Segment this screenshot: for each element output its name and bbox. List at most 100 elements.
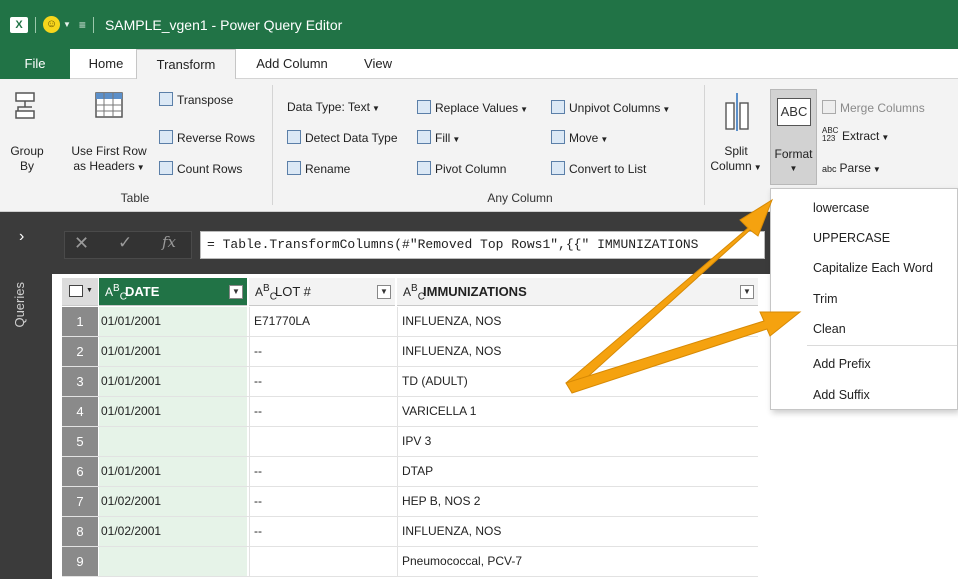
- cell-immunization[interactable]: INFLUENZA, NOS: [397, 307, 758, 336]
- rename-button[interactable]: Rename: [287, 161, 350, 176]
- fill-button[interactable]: Fill ▼: [417, 130, 460, 145]
- table-row[interactable]: 4 01/01/2001 -- VARICELLA 1: [62, 397, 758, 427]
- ribbon-tab-bar: File Home Transform Add Column View: [0, 49, 958, 80]
- cell-date[interactable]: 01/01/2001: [99, 457, 247, 486]
- cell-date[interactable]: 01/01/2001: [99, 397, 247, 426]
- count-rows-button[interactable]: Count Rows: [159, 161, 242, 176]
- table-row[interactable]: 2 01/01/2001 -- INFLUENZA, NOS: [62, 337, 758, 367]
- table-icon: [69, 285, 83, 297]
- cell-lot[interactable]: --: [249, 457, 395, 486]
- table-row[interactable]: 8 01/02/2001 -- INFLUENZA, NOS: [62, 517, 758, 547]
- row-index: 4: [62, 397, 98, 426]
- queries-label[interactable]: Queries: [12, 282, 27, 328]
- column-header-lot[interactable]: ABC LOT # ▼: [249, 278, 395, 306]
- group-by-button[interactable]: Group By: [4, 85, 50, 185]
- cell-lot[interactable]: E71770LA: [249, 307, 395, 336]
- rename-label: Rename: [305, 162, 351, 176]
- menu-item-trim[interactable]: Trim: [813, 292, 838, 306]
- cell-lot[interactable]: --: [249, 517, 395, 546]
- unpivot-columns-icon: [551, 100, 565, 114]
- cell-lot[interactable]: [249, 427, 395, 456]
- cell-date[interactable]: [99, 427, 247, 456]
- cell-date[interactable]: 01/02/2001: [99, 517, 247, 546]
- row-index: 7: [62, 487, 98, 516]
- use-first-row-button[interactable]: Use First Row as Headers ▼: [62, 85, 156, 185]
- extract-button[interactable]: ABC 123 Extract ▼: [822, 127, 889, 144]
- cell-immunization[interactable]: INFLUENZA, NOS: [397, 337, 758, 366]
- reverse-rows-button[interactable]: Reverse Rows: [159, 130, 255, 145]
- smiley-caret-icon[interactable]: ▼: [63, 20, 71, 29]
- tab-add-column[interactable]: Add Column: [245, 49, 339, 79]
- column-header-date[interactable]: ABC DATE ▼: [99, 278, 247, 306]
- move-button[interactable]: Move ▼: [551, 130, 608, 145]
- merge-columns-button[interactable]: Merge Columns: [822, 100, 925, 115]
- replace-values-label: Replace Values: [435, 101, 519, 115]
- cell-date[interactable]: 01/01/2001: [99, 307, 247, 336]
- table-row[interactable]: 9 Pneumococcal, PCV-7: [62, 547, 758, 577]
- data-type-dropdown[interactable]: Data Type: Text ▼: [287, 100, 380, 114]
- pivot-column-label: Pivot Column: [435, 162, 507, 176]
- menu-item-add-suffix[interactable]: Add Suffix: [813, 388, 870, 402]
- formula-input[interactable]: = Table.TransformColumns(#"Removed Top R…: [200, 231, 765, 259]
- feedback-smiley-icon[interactable]: ☺: [43, 16, 60, 33]
- filter-dropdown-icon[interactable]: ▼: [377, 285, 391, 299]
- table-row[interactable]: 1 01/01/2001 E71770LA INFLUENZA, NOS: [62, 307, 758, 337]
- pivot-column-button[interactable]: Pivot Column: [417, 161, 506, 176]
- tab-file[interactable]: File: [0, 49, 70, 79]
- expand-chevron-icon[interactable]: ›: [19, 228, 24, 246]
- table-row[interactable]: 7 01/02/2001 -- HEP B, NOS 2: [62, 487, 758, 517]
- column-header-immunizations[interactable]: ABC IMMUNIZATIONS ▼: [397, 278, 758, 306]
- menu-item-clean[interactable]: Clean: [813, 322, 846, 336]
- menu-item-capitalize[interactable]: Capitalize Each Word: [813, 261, 933, 275]
- cell-immunization[interactable]: TD (ADULT): [397, 367, 758, 396]
- unpivot-columns-button[interactable]: Unpivot Columns ▼: [551, 100, 670, 115]
- cell-date[interactable]: 01/01/2001: [99, 367, 247, 396]
- fx-icon[interactable]: fx: [162, 233, 176, 251]
- cell-immunization[interactable]: IPV 3: [397, 427, 758, 456]
- cell-lot[interactable]: [249, 547, 395, 576]
- cell-immunization[interactable]: VARICELLA 1: [397, 397, 758, 426]
- chevron-down-icon: ▼: [136, 163, 145, 172]
- filter-dropdown-icon[interactable]: ▼: [740, 285, 754, 299]
- filter-dropdown-icon[interactable]: ▼: [229, 285, 243, 299]
- menu-item-uppercase[interactable]: UPPERCASE: [813, 231, 890, 245]
- parse-button[interactable]: abc Parse ▼: [822, 161, 881, 175]
- table-row[interactable]: 5 IPV 3: [62, 427, 758, 457]
- tab-view[interactable]: View: [355, 49, 401, 79]
- commit-icon[interactable]: ✓: [118, 233, 132, 253]
- detect-data-type-button[interactable]: Detect Data Type: [287, 130, 398, 145]
- abc-icon-bottom: 123: [822, 134, 836, 143]
- window-title: SAMPLE_vgen1 - Power Query Editor: [104, 16, 343, 33]
- split-label-2: Column: [710, 159, 752, 173]
- cell-lot[interactable]: --: [249, 397, 395, 426]
- cell-lot[interactable]: --: [249, 337, 395, 366]
- column-label-date: DATE: [125, 284, 160, 299]
- replace-values-button[interactable]: Replace Values ▼: [417, 100, 528, 115]
- convert-to-list-button[interactable]: Convert to List: [551, 161, 646, 176]
- table-menu-button[interactable]: ▼: [62, 278, 98, 306]
- group-by-icon: [15, 92, 35, 119]
- format-button[interactable]: ABC Format ▼: [770, 89, 817, 185]
- menu-item-lowercase[interactable]: lowercase: [813, 201, 869, 215]
- table-row[interactable]: 6 01/01/2001 -- DTAP: [62, 457, 758, 487]
- cell-date[interactable]: 01/02/2001: [99, 487, 247, 516]
- cell-lot[interactable]: --: [249, 487, 395, 516]
- cell-lot[interactable]: --: [249, 367, 395, 396]
- table-row[interactable]: 3 01/01/2001 -- TD (ADULT): [62, 367, 758, 397]
- split-column-button[interactable]: Split Column ▼: [706, 85, 766, 185]
- cancel-icon[interactable]: ✕: [74, 233, 89, 254]
- cell-date[interactable]: [99, 547, 247, 576]
- type-letter-a: A: [403, 285, 412, 299]
- cell-immunization[interactable]: DTAP: [397, 457, 758, 486]
- transpose-button[interactable]: Transpose: [159, 92, 233, 107]
- tab-transform[interactable]: Transform: [136, 49, 236, 80]
- quick-access-menu-icon[interactable]: ≡: [79, 18, 86, 32]
- cell-immunization[interactable]: INFLUENZA, NOS: [397, 517, 758, 546]
- move-label: Move: [569, 131, 599, 145]
- cell-immunization[interactable]: Pneumococcal, PCV-7: [397, 547, 758, 576]
- format-abc-icon: ABC: [777, 98, 811, 126]
- cell-immunization[interactable]: HEP B, NOS 2: [397, 487, 758, 516]
- menu-item-add-prefix[interactable]: Add Prefix: [813, 357, 871, 371]
- cell-date[interactable]: 01/01/2001: [99, 337, 247, 366]
- tab-home[interactable]: Home: [78, 49, 134, 79]
